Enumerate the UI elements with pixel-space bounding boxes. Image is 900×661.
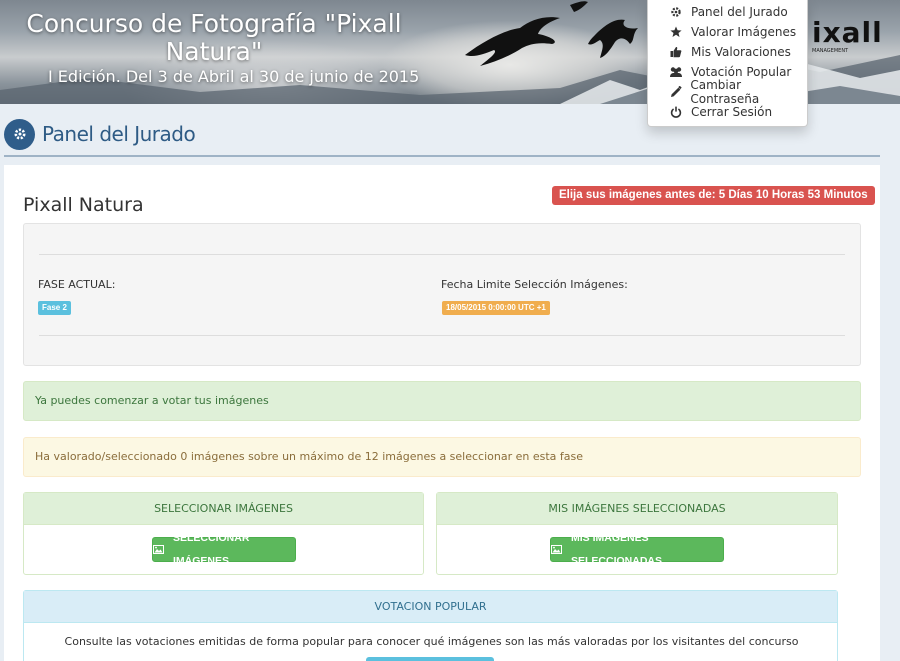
menu-item-valorar-imagenes[interactable]: Valorar Imágenes: [648, 22, 808, 42]
star-icon: [669, 25, 683, 39]
page-header: Panel del Jurado: [4, 117, 196, 151]
success-alert: Ya puedes comenzar a votar tus imágenes: [23, 381, 861, 421]
phase-badge: Fase 2: [38, 301, 71, 315]
select-images-button[interactable]: SELECCIONAR IMÁGENES: [152, 532, 296, 567]
menu-item-cambiar-contrasena[interactable]: Cambiar Contraseña: [648, 78, 808, 106]
popular-vote-panel: VOTACION POPULAR Consulte las votaciones…: [23, 590, 838, 661]
panel-heading: MIS IMÁGENES SELECCIONADAS: [437, 493, 837, 525]
popular-vote-button[interactable]: [366, 657, 494, 661]
menu-item-cerrar-sesion[interactable]: Cerrar Sesión: [648, 102, 808, 122]
thumbs-up-icon: [669, 45, 683, 59]
panel-heading: VOTACION POPULAR: [24, 591, 837, 623]
gear-icon: [4, 118, 35, 150]
header-divider: [4, 155, 880, 157]
panel-heading: SELECCIONAR IMÁGENES: [24, 493, 423, 525]
page-title: Panel del Jurado: [42, 122, 196, 146]
menu-item-label: Votación Popular: [691, 65, 792, 79]
pixall-logo: ixall: [812, 16, 883, 49]
users-icon: [669, 65, 683, 79]
eagles-image: [465, 1, 638, 66]
menu-item-label: Cerrar Sesión: [691, 105, 773, 119]
menu-item-label: Mis Valoraciones: [691, 45, 791, 59]
power-icon: [669, 105, 683, 119]
gear-icon: [669, 5, 683, 19]
divider: [39, 254, 845, 255]
button-label: SELECCIONAR IMÁGENES: [173, 531, 250, 567]
select-images-panel: SELECCIONAR IMÁGENES SELECCIONAR IMÁGENE…: [23, 492, 424, 575]
pencil-icon: [669, 85, 682, 99]
picture-icon: [551, 545, 562, 554]
menu-item-mis-valoraciones[interactable]: Mis Valoraciones: [648, 42, 808, 62]
deadline-countdown-badge: Elija sus imágenes antes de: 5 Días 10 H…: [552, 186, 875, 205]
contest-banner-subtitle: I Edición. Del 3 de Abril al 30 de junio…: [48, 67, 420, 86]
contest-banner-title: Concurso de Fotografía "Pixall Natura": [26, 9, 402, 66]
divider: [39, 335, 845, 336]
menu-item-label: Valorar Imágenes: [691, 25, 797, 39]
user-dropdown-menu: Panel del Jurado Valorar Imágenes Mis Va…: [647, 0, 808, 127]
warning-alert: Ha valorado/seleccionado 0 imágenes sobr…: [23, 437, 861, 477]
deadline-date-label: Fecha Limite Selección Imágenes:: [441, 278, 628, 291]
main-panel: Pixall Natura Elija sus imágenes antes d…: [4, 165, 880, 661]
menu-item-label: Panel del Jurado: [691, 5, 788, 19]
deadline-date-badge: 18/05/2015 0:00:00 UTC +1: [442, 301, 550, 315]
phase-label: FASE ACTUAL:: [38, 278, 116, 291]
popular-vote-description: Consulte las votaciones emitidas de form…: [64, 635, 799, 648]
phase-info-well: FASE ACTUAL: Fase 2 Fecha Limite Selecci…: [23, 223, 861, 366]
pixall-logo-tagline: MANAGEMENT: [812, 48, 849, 54]
button-label: MIS IMÁGENES SELECCIONADAS: [571, 531, 663, 567]
picture-icon: [153, 545, 164, 554]
menu-item-panel-jurado[interactable]: Panel del Jurado: [648, 2, 808, 22]
my-selected-images-button[interactable]: MIS IMÁGENES SELECCIONADAS: [550, 532, 724, 567]
contest-name: Pixall Natura: [23, 194, 144, 216]
my-selected-images-panel: MIS IMÁGENES SELECCIONADAS MIS IMÁGENES …: [436, 492, 838, 575]
